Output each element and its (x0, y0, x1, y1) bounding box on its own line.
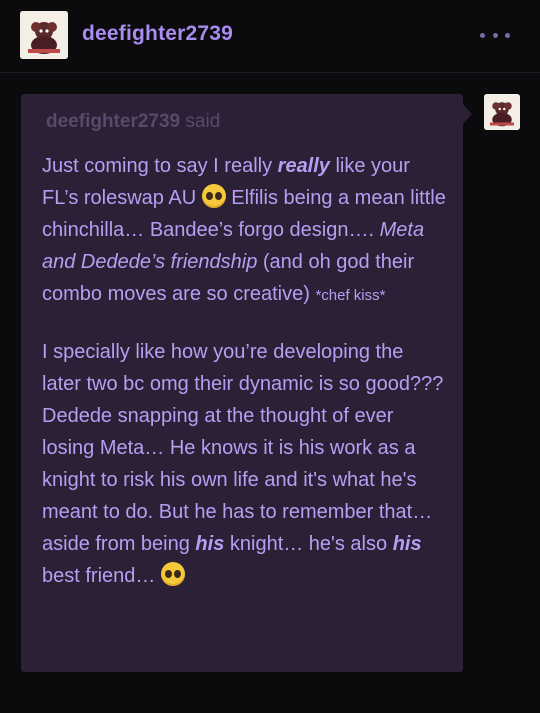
ask-paragraph-2: I specially like how you’re developing t… (42, 336, 447, 592)
emphasis-text: really (277, 155, 330, 177)
ask-bubble-tail (463, 104, 472, 124)
blog-avatar[interactable] (20, 11, 68, 59)
emphasis-text: his (195, 533, 225, 555)
text-span: best friend… (42, 565, 161, 587)
more-dots-icon (492, 32, 498, 38)
asker-name[interactable]: deefighter2739 (46, 111, 180, 132)
more-dots-icon (505, 32, 510, 38)
small-text: *chef kiss* (315, 287, 386, 304)
asker-avatar-icon (484, 94, 520, 130)
text-span: I specially like how you’re developing t… (42, 341, 444, 555)
asker-avatar[interactable] (484, 94, 520, 130)
post-header: deefighter2739 (0, 0, 540, 73)
pleading-face-emoji-icon (201, 184, 226, 208)
asker-line: deefighter2739 said (46, 111, 220, 133)
pleading-face-emoji-icon (160, 562, 185, 586)
ask-paragraph-1: Just coming to say I really really like … (42, 150, 447, 312)
text-span: knight… he's also (224, 533, 393, 555)
more-options-button[interactable] (480, 22, 510, 48)
more-dots-icon (480, 32, 485, 38)
ask-body: Just coming to say I really really like … (42, 150, 447, 592)
said-label: said (185, 111, 221, 132)
avatar-icon (20, 11, 68, 59)
text-span: Just coming to say I really (42, 155, 278, 177)
emphasis-text: his (392, 533, 422, 555)
blog-username[interactable]: deefighter2739 (82, 22, 233, 46)
